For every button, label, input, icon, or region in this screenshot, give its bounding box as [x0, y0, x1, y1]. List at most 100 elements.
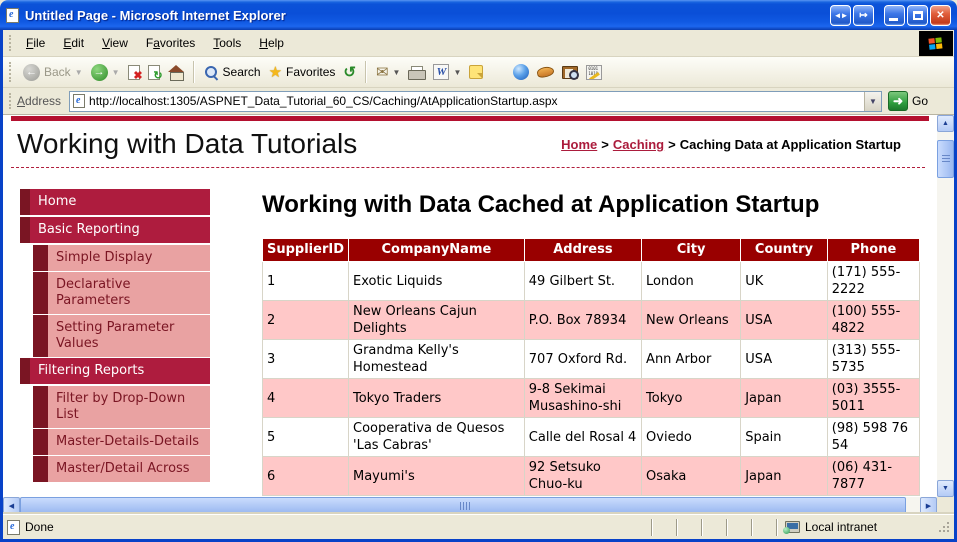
table-cell: Ann Arbor: [642, 340, 741, 379]
table-cell: Osaka: [642, 457, 741, 496]
title-bar: Untitled Page - Microsoft Internet Explo…: [0, 0, 957, 30]
table-row: 6Mayumi's92 Setsuko Chuo-kuOsakaJapan(06…: [263, 457, 920, 496]
status-pane: [751, 519, 776, 536]
window-title: Untitled Page - Microsoft Internet Explo…: [25, 8, 830, 23]
print-icon: [408, 66, 425, 79]
vertical-scrollbar[interactable]: ▲ ▼: [937, 115, 954, 497]
home-button[interactable]: [164, 63, 188, 81]
menu-view[interactable]: View: [93, 32, 137, 54]
favorites-button[interactable]: ★ Favorites: [265, 63, 340, 82]
sidebar-item-filter-by-drop-down-list[interactable]: Filter by Drop-Down List: [20, 386, 210, 428]
sidebar-item-declarative-parameters[interactable]: Declarative Parameters: [20, 272, 210, 314]
sidebar-item-setting-parameter-values[interactable]: Setting Parameter Values: [20, 315, 210, 357]
menu-file[interactable]: File: [17, 32, 54, 54]
sidebar-item-filtering-reports[interactable]: Filtering Reports: [20, 358, 210, 384]
table-cell: 707 Oxford Rd.: [524, 340, 641, 379]
window-nav-toggle-button[interactable]: ◄►: [830, 5, 851, 26]
resize-grip[interactable]: [938, 521, 950, 533]
address-label: Address: [17, 94, 63, 108]
go-button[interactable]: ➜ Go: [888, 91, 928, 111]
back-button[interactable]: ← Back ▼: [19, 62, 87, 83]
addon-globe-button[interactable]: [509, 62, 533, 82]
toolbar-grip[interactable]: [9, 62, 12, 82]
stop-button[interactable]: ✖: [124, 63, 144, 82]
breadcrumb: Home>Caching>Caching Data at Application…: [561, 137, 901, 152]
column-header: Country: [741, 239, 828, 262]
forward-button[interactable]: → ▼: [87, 62, 124, 83]
home-icon: [168, 65, 184, 79]
sidebar-item-home[interactable]: Home: [20, 189, 210, 215]
vertical-scroll-thumb[interactable]: [937, 140, 954, 178]
table-row: 1Exotic Liquids49 Gilbert St.LondonUK(17…: [263, 262, 920, 301]
table-cell: (313) 555-5735: [827, 340, 919, 379]
table-row: 3Grandma Kelly's Homestead707 Oxford Rd.…: [263, 340, 920, 379]
scroll-down-button[interactable]: ▼: [937, 480, 954, 497]
print-button[interactable]: [404, 64, 429, 81]
sidebar-item-label: Basic Reporting: [30, 217, 210, 243]
menu-edit[interactable]: Edit: [54, 32, 93, 54]
favorites-label: Favorites: [286, 65, 335, 79]
minimize-button[interactable]: [884, 5, 905, 26]
menu-help[interactable]: Help: [250, 32, 293, 54]
history-button[interactable]: ↺: [339, 63, 360, 82]
sidebar-item-label: Declarative Parameters: [48, 272, 210, 314]
mail-button[interactable]: ✉ ▼: [372, 63, 405, 82]
sidebar-item-master-details-details[interactable]: Master-Details-Details: [20, 429, 210, 455]
address-url[interactable]: http://localhost:1305/ASPNET_Data_Tutori…: [89, 94, 860, 108]
windows-logo-icon: [928, 37, 943, 50]
addon-snagit-button[interactable]: [533, 65, 558, 79]
menu-tools[interactable]: Tools: [204, 32, 250, 54]
menu-bar-items: FileEditViewFavoritesToolsHelp: [17, 32, 293, 54]
refresh-button[interactable]: ↻: [144, 63, 164, 82]
sidebar-menu: HomeBasic ReportingSimple DisplayDeclara…: [20, 189, 210, 483]
table-cell: 3: [263, 340, 349, 379]
table-cell: New Orleans: [642, 301, 741, 340]
main-content: Working with Data Cached at Application …: [262, 190, 922, 496]
window-border: [0, 26, 3, 542]
sidebar-item-master-detail-across[interactable]: Master/Detail Across: [20, 456, 210, 482]
addon-research-button[interactable]: [558, 64, 582, 81]
edit-with-word-button[interactable]: W ▼: [429, 62, 465, 82]
scroll-up-button[interactable]: ▲: [937, 115, 954, 132]
addon-script-debug-button[interactable]: 01011010: [582, 63, 606, 82]
search-button[interactable]: Search: [200, 63, 265, 82]
sidebar-item-simple-display[interactable]: Simple Display: [20, 245, 210, 271]
table-cell: (100) 555-4822: [827, 301, 919, 340]
messenger-button[interactable]: [465, 63, 487, 81]
menu-bar: FileEditViewFavoritesToolsHelp: [3, 30, 954, 57]
table-cell: 5: [263, 418, 349, 457]
close-button[interactable]: ✕: [930, 5, 951, 26]
scroll-left-button[interactable]: ◀: [3, 497, 20, 514]
left-right-arrows-icon: ◄►: [834, 11, 848, 20]
maximize-button[interactable]: [907, 5, 928, 26]
status-pane: [676, 519, 701, 536]
header-divider: [11, 167, 925, 168]
address-dropdown-button[interactable]: ▼: [864, 92, 881, 111]
sidebar-item-label: Master/Detail Across: [48, 456, 210, 482]
horizontal-scroll-thumb[interactable]: [20, 497, 906, 514]
toolbar-grip[interactable]: [9, 93, 12, 109]
scroll-right-button[interactable]: ▶: [920, 497, 937, 514]
sidebar-item-strip: [20, 189, 30, 215]
toolbar-grip[interactable]: [9, 35, 12, 51]
address-input[interactable]: http://localhost:1305/ASPNET_Data_Tutori…: [69, 91, 882, 112]
table-cell: Japan: [741, 457, 828, 496]
horizontal-scrollbar[interactable]: ◀ ▶: [3, 497, 937, 514]
zone-label: Local intranet: [805, 520, 877, 534]
sidebar-item-strip: [33, 315, 48, 357]
close-icon: ✕: [936, 10, 944, 21]
local-intranet-icon: [785, 521, 800, 533]
table-cell: London: [642, 262, 741, 301]
history-icon: ↺: [343, 65, 356, 80]
table-cell: P.O. Box 78934: [524, 301, 641, 340]
chevron-down-icon: ▼: [453, 68, 461, 77]
binary-code-icon: 01011010: [586, 65, 602, 80]
security-zone: Local intranet: [776, 519, 934, 536]
menu-favorites[interactable]: Favorites: [137, 32, 204, 54]
breadcrumb-home-link[interactable]: Home: [561, 137, 597, 152]
back-label: Back: [44, 65, 71, 79]
breadcrumb-caching-link[interactable]: Caching: [613, 137, 664, 152]
sidebar-item-basic-reporting[interactable]: Basic Reporting: [20, 217, 210, 243]
go-arrow-icon: ➜: [888, 91, 908, 111]
window-detach-button[interactable]: ↦: [853, 5, 874, 26]
